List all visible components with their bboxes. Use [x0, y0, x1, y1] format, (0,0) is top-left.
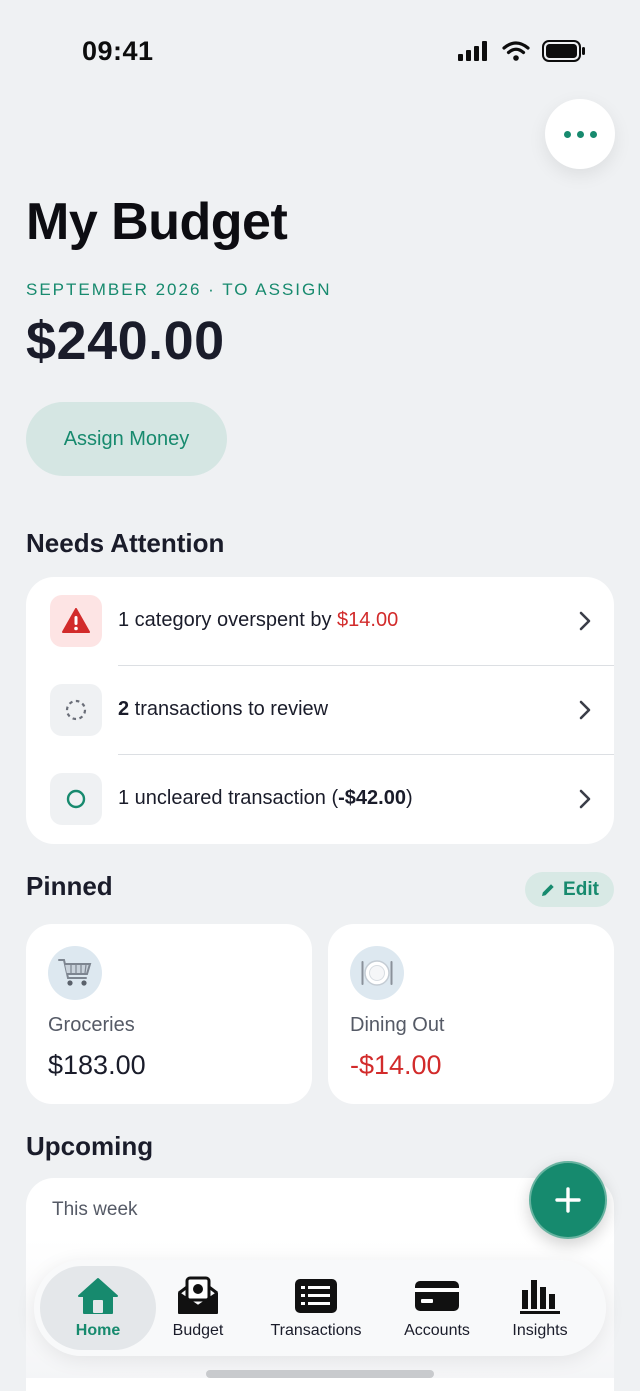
pinned-card-amount: $183.00 [48, 1050, 146, 1080]
tab-home[interactable]: Home [40, 1266, 156, 1350]
tab-budget[interactable]: Budget [156, 1260, 240, 1356]
tab-transactions[interactable]: Transactions [258, 1260, 374, 1356]
more-options-button[interactable] [545, 99, 615, 169]
more-dot [563, 130, 571, 138]
tab-label: Insights [512, 1322, 568, 1339]
page-title: My Budget [26, 193, 288, 251]
attention-card: 1 category overspent by $14.00 2 transac… [26, 577, 614, 844]
more-dot [589, 130, 597, 138]
attention-text: 2 transactions to review [118, 698, 329, 720]
uncleared-icon [50, 773, 102, 825]
upcoming-week-label: This week [52, 1199, 138, 1220]
home-indicator [206, 1370, 434, 1378]
warning-icon [50, 595, 102, 647]
upcoming-title: Upcoming [26, 1131, 154, 1161]
edit-label: Edit [563, 878, 599, 900]
home-icon [78, 1278, 118, 1314]
pinned-title: Pinned [26, 871, 113, 901]
chevron-right-icon [579, 611, 591, 631]
pinned-card-amount: -$14.00 [350, 1050, 442, 1080]
pinned-card-groceries[interactable]: Groceries $183.00 [26, 924, 312, 1104]
attention-row-uncleared[interactable]: 1 uncleared transaction (-$42.00) [26, 755, 614, 844]
pinned-card-dining-out[interactable]: Dining Out -$14.00 [328, 924, 614, 1104]
pinned-card-name: Groceries [48, 1014, 135, 1036]
tab-accounts[interactable]: Accounts [390, 1260, 484, 1356]
status-icons [458, 40, 586, 62]
signal-icon [458, 41, 487, 61]
assign-money-button[interactable]: Assign Money [26, 402, 227, 476]
tab-label: Home [75, 1322, 121, 1339]
list-icon [295, 1279, 337, 1313]
plus-icon [555, 1187, 581, 1213]
card-icon [415, 1281, 459, 1311]
status-time: 09:41 [82, 36, 154, 66]
attention-row-review[interactable]: 2 transactions to review [26, 666, 614, 755]
chevron-right-icon [579, 700, 591, 720]
envelope-icon [178, 1276, 218, 1314]
battery-icon [542, 40, 585, 62]
attention-row-overspent[interactable]: 1 category overspent by $14.00 [26, 577, 614, 666]
pending-icon [50, 684, 102, 736]
tab-label: Budget [172, 1322, 224, 1339]
attention-text: 1 uncleared transaction (-$42.00) [118, 787, 413, 809]
to-assign-amount: $240.00 [26, 311, 225, 371]
wifi-icon [502, 41, 530, 61]
tab-label: Accounts [404, 1322, 470, 1339]
more-dot [576, 130, 584, 138]
tab-bar: Home Budget Transactions Accounts Insigh… [34, 1260, 606, 1356]
status-bar: 09:41 [0, 0, 640, 100]
plate-icon [350, 946, 404, 1000]
bar-chart-icon [520, 1280, 560, 1314]
shopping-cart-icon [48, 946, 102, 1000]
add-transaction-button[interactable] [529, 1161, 607, 1239]
pinned-card-name: Dining Out [350, 1014, 445, 1036]
pencil-icon [542, 883, 554, 896]
edit-pinned-button[interactable]: Edit [525, 872, 614, 907]
month-label: SEPTEMBER 2026 · TO ASSIGN [26, 280, 332, 299]
needs-attention-title: Needs Attention [26, 528, 225, 558]
attention-text: 1 category overspent by $14.00 [118, 609, 399, 631]
chevron-right-icon [579, 789, 591, 809]
tab-label: Transactions [270, 1322, 362, 1339]
tab-insights[interactable]: Insights [498, 1260, 582, 1356]
